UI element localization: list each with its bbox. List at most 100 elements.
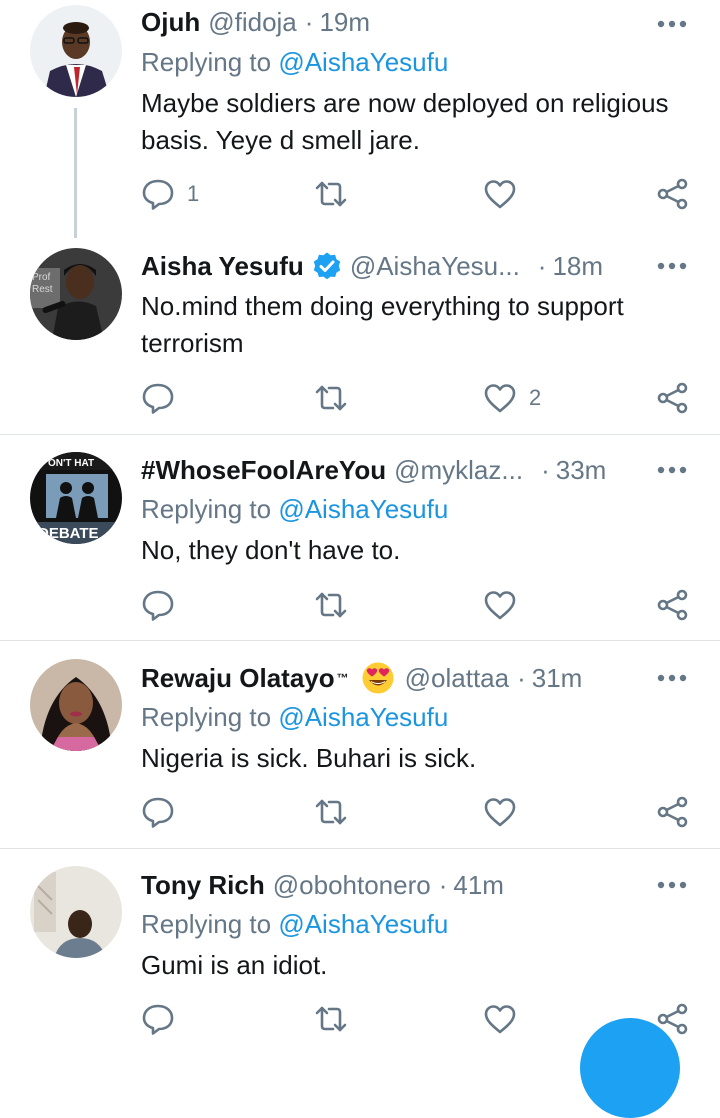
timestamp[interactable]: 19m [319,7,370,38]
replying-label: Replying to [141,702,272,732]
reply-icon [142,590,174,621]
more-options-button[interactable] [652,668,692,688]
avatar[interactable]: Prof Rest [30,248,122,340]
retweet-icon [315,592,347,618]
reply-count: 1 [187,181,200,206]
share-button[interactable] [656,585,690,625]
separator-dot: · [304,6,314,37]
replying-label: Replying to [141,909,272,939]
reply-icon [142,797,174,828]
trademark-mark: ™ [336,671,349,685]
retweet-button[interactable] [313,792,349,832]
display-name[interactable]: Rewaju Olatayo [141,663,335,694]
user-handle[interactable]: @obohtonero [273,870,431,901]
reply-button[interactable]: 1 [141,174,199,214]
svg-text:Prof: Prof [32,272,51,283]
more-options-button[interactable] [652,460,692,480]
replying-label: Replying to [141,494,272,524]
separator-dot: · [541,454,550,485]
tweet-text: Maybe soldiers are now deployed on relig… [141,88,669,155]
replying-mention-link[interactable]: @AishaYesufu [278,494,448,524]
replying-mention-link[interactable]: @AishaYesufu [278,47,448,77]
like-count: 2 [529,385,542,410]
heart-icon [484,384,516,413]
action-bar: 1 [0,174,720,214]
display-name[interactable]: Tony Rich [141,870,265,901]
avatar-caption-top: ON'T HAT [48,458,94,469]
avatar[interactable] [30,659,122,751]
share-button[interactable] [656,174,690,214]
replying-to: Replying to @AishaYesufu [141,494,448,525]
retweet-button[interactable] [313,999,349,1039]
display-name[interactable]: #WhoseFoolAreYou [141,455,386,486]
avatar[interactable]: ON'T HAT DEBATE [30,452,122,544]
like-button[interactable] [483,999,529,1039]
reply-button[interactable] [141,999,187,1039]
user-handle[interactable]: @olattaa [405,663,509,694]
avatar[interactable] [30,866,122,958]
display-name[interactable]: Aisha Yesufu [141,251,304,282]
separator-dot: · [438,869,448,900]
replying-mention-link[interactable]: @AishaYesufu [278,909,448,939]
replying-to: Replying to @AishaYesufu [141,702,448,733]
more-options-button[interactable] [652,256,692,276]
heart-eyes-emoji-icon [362,662,394,694]
more-icon [657,466,687,474]
timestamp[interactable]: 18m [552,251,603,282]
tweet-header: Ojuh @fidoja · 19m [141,5,370,39]
tweet-divider [0,640,720,641]
reply-button[interactable] [141,792,187,832]
tweet-text: Gumi is an idiot. [141,950,328,980]
retweet-icon [315,181,347,207]
verified-badge-icon [313,252,341,280]
reply-icon [142,179,174,210]
action-bar [0,792,720,832]
reply-button[interactable] [141,378,187,418]
heart-icon [484,591,516,620]
timestamp[interactable]: 31m [532,663,583,694]
share-button[interactable] [656,378,690,418]
like-button[interactable] [483,585,529,625]
timestamp[interactable]: 33m [556,455,607,486]
tweet-divider [0,434,720,435]
like-button[interactable] [483,792,529,832]
separator-dot: · [517,662,526,693]
more-options-button[interactable] [652,875,692,895]
share-icon [657,796,688,828]
tweet-header: Tony Rich @obohtonero · 41m [141,868,504,902]
avatar-caption-bottom: DEBATE [38,525,99,542]
user-handle[interactable]: @myklaz... [394,455,523,486]
share-icon [657,589,688,621]
replying-label: Replying to [141,47,272,77]
action-bar: 2 [0,378,720,418]
user-handle[interactable]: @AishaYesu... [350,251,520,282]
share-icon [657,382,688,414]
more-icon [657,881,687,889]
like-button[interactable]: 2 [483,378,541,418]
reply-icon [142,383,174,414]
share-button[interactable] [656,792,690,832]
avatar[interactable] [30,5,122,97]
more-options-button[interactable] [652,14,692,34]
user-handle[interactable]: @fidoja [208,7,297,38]
more-icon [657,20,687,28]
like-button[interactable] [483,174,529,214]
tweet-text: No.mind them doing everything to support… [141,291,624,358]
svg-text:Rest: Rest [32,284,53,295]
retweet-button[interactable] [313,174,349,214]
tweet-header: Rewaju Olatayo ™ @olattaa · 31m [141,661,582,695]
replying-mention-link[interactable]: @AishaYesufu [278,702,448,732]
timestamp[interactable]: 41m [453,870,504,901]
display-name[interactable]: Ojuh [141,7,200,38]
more-icon [657,262,687,270]
retweet-button[interactable] [313,378,349,418]
tweet-text: No, they don't have to. [141,535,401,565]
share-icon [657,178,688,210]
replying-to: Replying to @AishaYesufu [141,47,448,78]
compose-tweet-button[interactable] [580,1018,680,1118]
reply-button[interactable] [141,585,187,625]
tweet-header: #WhoseFoolAreYou @myklaz... · 33m [141,453,606,487]
heart-icon [484,1005,516,1034]
retweet-button[interactable] [313,585,349,625]
heart-icon [484,180,516,209]
